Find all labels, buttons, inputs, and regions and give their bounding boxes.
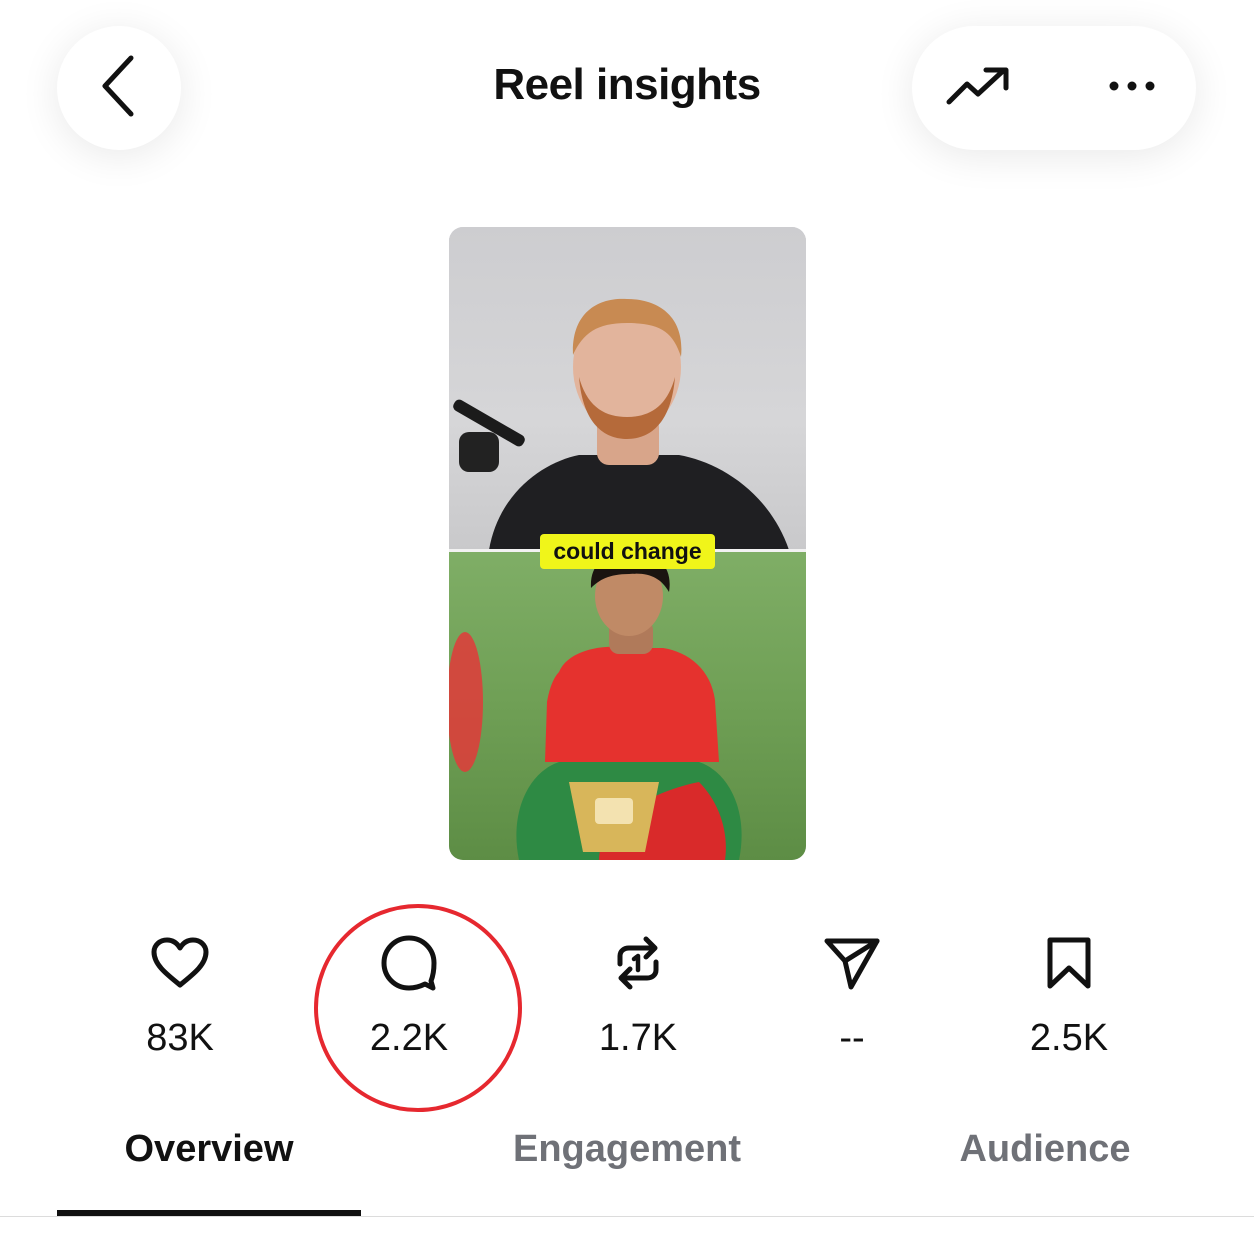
reel-thumbnail[interactable]: could change xyxy=(449,227,806,860)
tab-divider xyxy=(0,1216,1254,1217)
page-title: Reel insights xyxy=(493,60,761,109)
stat-value: 83K xyxy=(146,1017,214,1059)
stat-reposts[interactable]: 1.7K xyxy=(548,930,728,1060)
stat-value: 2.5K xyxy=(1029,1017,1109,1059)
send-icon xyxy=(823,930,881,995)
top-bar: Reel insights xyxy=(0,0,1254,180)
repost-icon xyxy=(612,930,664,995)
chevron-left-icon xyxy=(99,54,139,123)
presenter-illustration xyxy=(453,298,789,550)
stat-value: -- xyxy=(839,1017,865,1059)
more-options-button[interactable] xyxy=(1090,56,1174,120)
thumbnail-top-frame xyxy=(449,227,806,550)
insights-trend-button[interactable] xyxy=(937,56,1021,120)
reel-caption: could change xyxy=(540,534,715,569)
tab-overview[interactable]: Overview xyxy=(57,1128,361,1171)
heart-icon xyxy=(151,930,209,995)
stat-saves[interactable]: 2.5K xyxy=(979,930,1159,1060)
player-illustration xyxy=(449,551,742,860)
thumbnail-bottom-frame xyxy=(449,551,806,860)
stat-likes[interactable]: 83K xyxy=(90,930,270,1060)
tab-engagement[interactable]: Engagement xyxy=(470,1128,784,1171)
stat-value: 1.7K xyxy=(598,1017,678,1059)
highlight-circle xyxy=(314,904,522,1112)
trending-up-icon xyxy=(946,66,1012,111)
more-horizontal-icon xyxy=(1108,79,1156,97)
stat-shares[interactable]: -- xyxy=(762,930,942,1060)
header-actions xyxy=(912,26,1196,150)
back-button[interactable] xyxy=(57,26,181,150)
tab-audience[interactable]: Audience xyxy=(900,1128,1190,1171)
bookmark-icon xyxy=(1046,930,1092,995)
